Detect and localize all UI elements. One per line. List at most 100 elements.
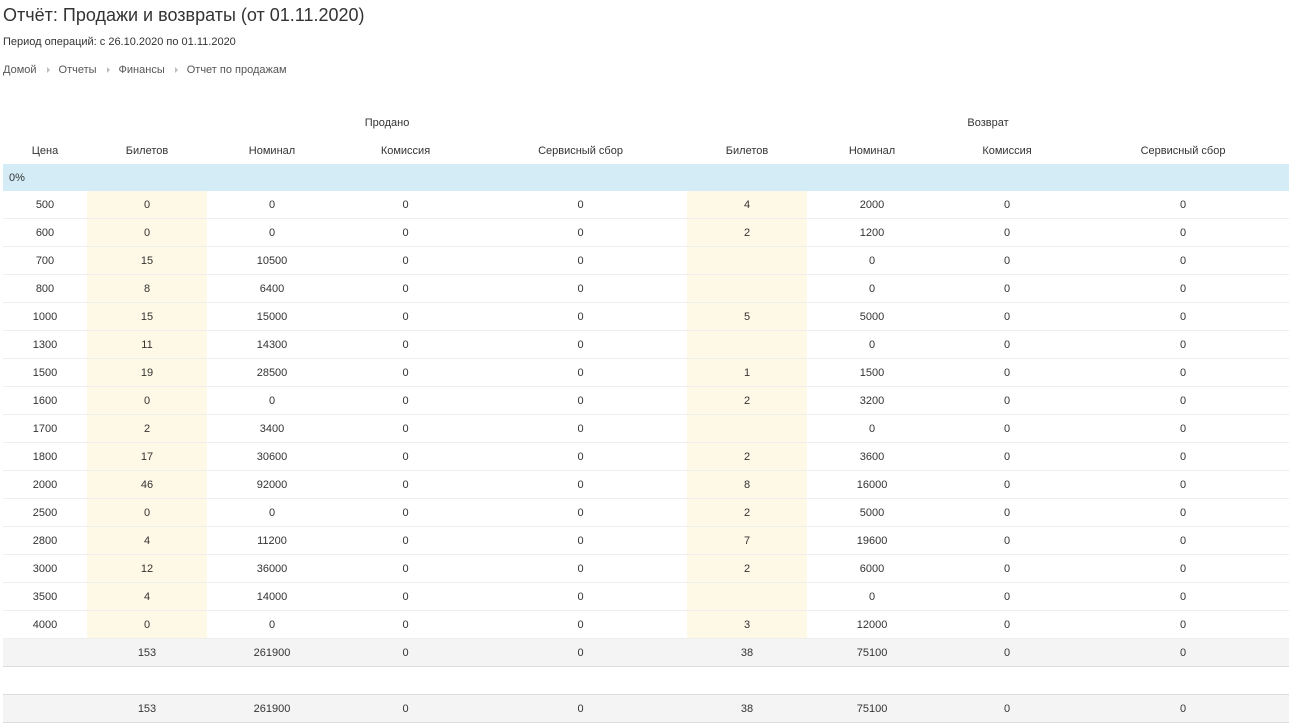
cell-returned-commission: 0: [937, 638, 1078, 667]
cell-returned-nominal: 0: [807, 246, 938, 275]
cell-price: 500: [3, 191, 87, 219]
cell-price: 1000: [3, 302, 87, 331]
table-row: 1800 17 30600 0 0 2 3600 0 0: [3, 442, 1290, 471]
cell-sold-commission: 0: [337, 442, 474, 471]
cell-returned-nominal: 75100: [807, 638, 938, 667]
cell-returned-nominal: 6000: [807, 554, 938, 583]
cell-sold-tickets: 17: [87, 442, 207, 471]
table-row: 700 15 10500 0 0 0 0 0: [3, 246, 1290, 275]
cell-returned-service-fee: 0: [1077, 554, 1290, 583]
table-row: 600 0 0 0 0 2 1200 0 0: [3, 218, 1290, 247]
cell-sold-commission: 0: [337, 694, 474, 723]
cell-returned-tickets: 2: [687, 554, 808, 583]
cell-sold-commission: 0: [337, 554, 474, 583]
cell-sold-tickets: 0: [87, 218, 207, 247]
cell-returned-tickets: 8: [687, 470, 808, 499]
cell-sold-commission: 0: [337, 470, 474, 499]
cell-returned-service-fee: 0: [1077, 442, 1290, 471]
cell-returned-tickets: 2: [687, 498, 808, 527]
cell-returned-commission: 0: [937, 610, 1078, 639]
cell-returned-tickets: 4: [687, 191, 808, 219]
breadcrumb-finance[interactable]: Финансы: [119, 63, 165, 77]
period-text: Период операций: с 26.10.2020 по 01.11.2…: [3, 36, 236, 48]
table-row: 2800 4 11200 0 0 7 19600 0 0: [3, 526, 1290, 555]
cell-returned-nominal: 0: [807, 330, 938, 359]
cell-sold-tickets: 2: [87, 414, 207, 443]
cell-returned-nominal: 1200: [807, 218, 938, 247]
cell-returned-nominal: 0: [807, 582, 938, 611]
cell-returned-tickets: 1: [687, 358, 808, 387]
cell-sold-nominal: 28500: [207, 358, 337, 387]
cell-returned-service-fee: 0: [1077, 694, 1290, 723]
cell-sold-tickets: 0: [87, 191, 207, 219]
cell-returned-tickets: [687, 330, 808, 359]
cell-returned-tickets: 38: [687, 638, 808, 667]
cell-sold-tickets: 0: [87, 386, 207, 415]
sales-returns-table: Продано Возврат Цена Билетов Номинал Ком…: [3, 109, 1290, 723]
cell-returned-nominal: 0: [807, 274, 938, 303]
cell-sold-nominal: 36000: [207, 554, 337, 583]
breadcrumb-home[interactable]: Домой: [3, 63, 37, 77]
cell-returned-commission: 0: [937, 386, 1078, 415]
cell-returned-commission: 0: [937, 554, 1078, 583]
table-row: 800 8 6400 0 0 0 0 0: [3, 274, 1290, 303]
cell-price: 1500: [3, 358, 87, 387]
col-header-sold-tickets: Билетов: [125, 144, 169, 157]
cell-returned-tickets: [687, 246, 808, 275]
cell-returned-tickets: 5: [687, 302, 808, 331]
cell-price: 1800: [3, 442, 87, 471]
cell-sold-service-fee: 0: [474, 610, 688, 639]
cell-returned-service-fee: 0: [1077, 582, 1290, 611]
subtotal-row: 153 261900 0 0 38 75100 0 0: [3, 638, 1290, 667]
cell-sold-nominal: 14000: [207, 582, 337, 611]
cell-returned-nominal: 2000: [807, 191, 938, 219]
cell-sold-nominal: 3400: [207, 414, 337, 443]
cell-sold-nominal: 0: [207, 610, 337, 639]
cell-sold-nominal: 14300: [207, 330, 337, 359]
cell-sold-service-fee: 0: [474, 274, 688, 303]
table-row: 4000 0 0 0 0 3 12000 0 0: [3, 610, 1290, 639]
grand-total-row: 153 261900 0 0 38 75100 0 0: [3, 694, 1290, 723]
col-header-returned-commission: Комиссия: [982, 144, 1032, 157]
col-header-sold-nominal: Номинал: [248, 144, 296, 157]
cell-sold-commission: 0: [337, 582, 474, 611]
cell-price: 700: [3, 246, 87, 275]
breadcrumb: Домой Отчеты Финансы Отчет по продажам: [3, 63, 287, 77]
cell-returned-service-fee: 0: [1077, 498, 1290, 527]
table-row: 1600 0 0 0 0 2 3200 0 0: [3, 386, 1290, 415]
cell-returned-tickets: [687, 414, 808, 443]
cell-returned-nominal: 5000: [807, 302, 938, 331]
table-row: 1500 19 28500 0 0 1 1500 0 0: [3, 358, 1290, 387]
cell-sold-service-fee: 0: [474, 526, 688, 555]
breadcrumb-reports[interactable]: Отчеты: [59, 63, 97, 77]
table-row: 3500 4 14000 0 0 0 0 0: [3, 582, 1290, 611]
cell-sold-nominal: 30600: [207, 442, 337, 471]
cell-price: 1600: [3, 386, 87, 415]
cell-sold-service-fee: 0: [474, 638, 688, 667]
cell-returned-nominal: 1500: [807, 358, 938, 387]
chevron-right-icon: [174, 67, 178, 73]
cell-sold-tickets: 15: [87, 302, 207, 331]
cell-sold-commission: 0: [337, 302, 474, 331]
table-row: 1300 11 14300 0 0 0 0 0: [3, 330, 1290, 359]
cell-returned-service-fee: 0: [1077, 274, 1290, 303]
cell-sold-service-fee: 0: [474, 414, 688, 443]
cell-returned-nominal: 3600: [807, 442, 938, 471]
cell-price: [3, 694, 87, 723]
table-row: 1000 15 15000 0 0 5 5000 0 0: [3, 302, 1290, 331]
cell-returned-commission: 0: [937, 191, 1078, 219]
cell-price: [3, 638, 87, 667]
cell-returned-service-fee: 0: [1077, 610, 1290, 639]
cell-sold-nominal: 0: [207, 498, 337, 527]
cell-price: 2500: [3, 498, 87, 527]
cell-returned-nominal: 0: [807, 414, 938, 443]
cell-returned-commission: 0: [937, 694, 1078, 723]
group-header-returned: Возврат: [967, 117, 1009, 129]
cell-sold-tickets: 11: [87, 330, 207, 359]
cell-returned-service-fee: 0: [1077, 330, 1290, 359]
cell-returned-service-fee: 0: [1077, 191, 1290, 219]
cell-sold-service-fee: 0: [474, 442, 688, 471]
cell-returned-nominal: 16000: [807, 470, 938, 499]
cell-sold-nominal: 15000: [207, 302, 337, 331]
cell-returned-commission: 0: [937, 246, 1078, 275]
